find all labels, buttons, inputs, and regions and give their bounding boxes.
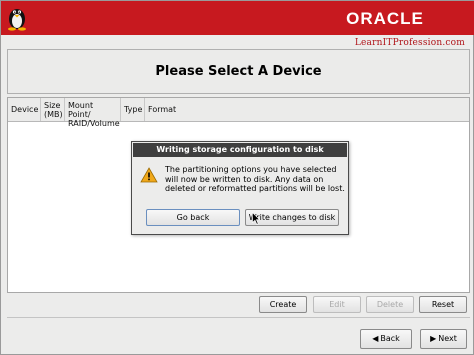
oracle-header-bar: ORACLE (1, 1, 474, 35)
page-title: Please Select A Device (155, 64, 322, 79)
tux-penguin-icon (8, 9, 26, 31)
page-title-panel: Please Select A Device (7, 49, 470, 94)
dialog-message: The partitioning options you have select… (165, 165, 345, 193)
arrow-left-icon: ◀ (372, 334, 379, 343)
create-button[interactable]: Create (259, 296, 307, 313)
oracle-logo: ORACLE (346, 9, 424, 28)
column-type[interactable]: Type (121, 98, 145, 121)
column-mount-label: Mount Point/ (68, 101, 94, 119)
next-label: Next (438, 334, 457, 343)
warning-icon (140, 167, 158, 183)
column-format-label: Format (148, 105, 177, 114)
column-device-label: Device (11, 105, 39, 114)
arrow-right-icon: ▶ (430, 334, 437, 343)
installer-window: ORACLE LearnITProfession.com Please Sele… (0, 0, 474, 355)
mouse-cursor-icon (252, 212, 260, 225)
back-button[interactable]: ◀ Back (360, 329, 412, 349)
column-type-label: Type (124, 105, 143, 114)
column-size-label: Size (44, 101, 61, 110)
column-mount-point[interactable]: Mount Point/ RAID/Volume (65, 98, 121, 128)
dialog-title: Writing storage configuration to disk (133, 143, 347, 157)
delete-button[interactable]: Delete (366, 296, 414, 313)
back-label: Back (380, 334, 400, 343)
footer-divider (7, 317, 470, 318)
column-device[interactable]: Device (8, 98, 41, 121)
column-format[interactable]: Format (145, 98, 177, 121)
write-confirmation-dialog: Writing storage configuration to disk Th… (131, 141, 349, 235)
column-size[interactable]: Size (MB) (41, 98, 65, 121)
column-size-unit: (MB) (44, 110, 63, 119)
next-button[interactable]: ▶ Next (420, 329, 467, 349)
reset-button[interactable]: Reset (419, 296, 467, 313)
column-mount-sublabel: RAID/Volume (68, 119, 120, 128)
svg-text:ORACLE: ORACLE (346, 9, 424, 28)
edit-button[interactable]: Edit (313, 296, 361, 313)
go-back-button[interactable]: Go back (146, 209, 240, 226)
table-header: Device Size (MB) Mount Point/ RAID/Volum… (8, 98, 469, 128)
site-watermark: LearnITProfession.com (354, 38, 465, 48)
